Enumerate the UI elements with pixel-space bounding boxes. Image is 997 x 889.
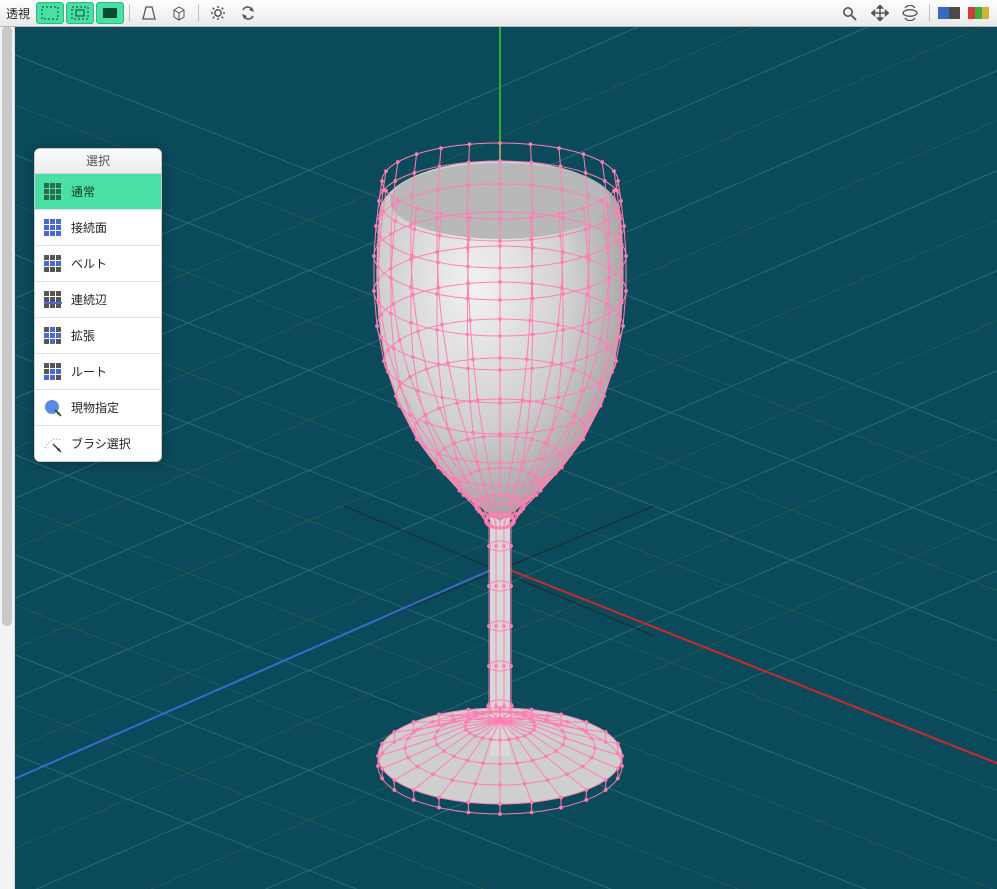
selection-item-brush-select[interactable]: ブラシ選択 bbox=[35, 426, 161, 461]
cube-view-button[interactable] bbox=[165, 2, 193, 24]
selection-item-label: 接続面 bbox=[71, 219, 107, 236]
move-arrows-icon bbox=[871, 5, 889, 21]
selection-item-connected-faces[interactable]: 接続面 bbox=[35, 210, 161, 246]
gear-icon bbox=[209, 5, 227, 21]
grid-edge-icon bbox=[43, 290, 63, 310]
select-mode-edge-button[interactable] bbox=[66, 2, 94, 24]
select-mode-face-button[interactable] bbox=[96, 2, 124, 24]
shading-mode-button[interactable] bbox=[935, 2, 963, 24]
top-toolbar: 透視 bbox=[0, 0, 997, 27]
selection-item-label: ベルト bbox=[71, 255, 107, 272]
grid-route-icon bbox=[43, 362, 63, 382]
selection-item-continuous-edge[interactable]: 連続辺 bbox=[35, 282, 161, 318]
scrollbar-thumb[interactable] bbox=[2, 26, 12, 626]
search-zoom-button[interactable] bbox=[836, 2, 864, 24]
toolbar-separator bbox=[198, 4, 199, 22]
refresh-button[interactable] bbox=[234, 2, 262, 24]
selection-item-label: 通常 bbox=[71, 183, 95, 200]
selection-item-route[interactable]: ルート bbox=[35, 354, 161, 390]
dotted-rect-icon bbox=[41, 6, 59, 20]
cube-wire-icon bbox=[170, 5, 188, 21]
shading-swatch-icon bbox=[938, 6, 960, 20]
orbit-button[interactable] bbox=[896, 2, 924, 24]
select-mode-vertex-button[interactable] bbox=[36, 2, 64, 24]
selection-item-actual-target[interactable]: 現物指定 bbox=[35, 390, 161, 426]
grid-belt-icon bbox=[43, 254, 63, 274]
selection-item-belt[interactable]: ベルト bbox=[35, 246, 161, 282]
selection-item-expand[interactable]: 拡張 bbox=[35, 318, 161, 354]
pan-button[interactable] bbox=[866, 2, 894, 24]
left-scrollbar[interactable] bbox=[0, 26, 15, 889]
selection-item-label: ルート bbox=[71, 363, 107, 380]
selection-item-normal[interactable]: 通常 bbox=[35, 174, 161, 210]
camera-frustum-icon bbox=[140, 5, 158, 21]
selection-item-label: 現物指定 bbox=[71, 399, 119, 416]
grid-normal-icon bbox=[43, 182, 63, 202]
settings-button[interactable] bbox=[204, 2, 232, 24]
toolbar-separator bbox=[929, 4, 930, 22]
rgb-swatch-icon bbox=[968, 6, 990, 20]
selection-item-label: 連続辺 bbox=[71, 291, 107, 308]
toolbar-separator bbox=[129, 4, 130, 22]
target-circle-icon bbox=[43, 398, 63, 418]
dotted-rect-filled-icon bbox=[71, 6, 89, 20]
selection-item-label: ブラシ選択 bbox=[71, 435, 131, 452]
orbit-icon bbox=[901, 5, 919, 21]
selection-item-label: 拡張 bbox=[71, 327, 95, 344]
refresh-icon bbox=[239, 5, 257, 21]
perspective-camera-button[interactable] bbox=[135, 2, 163, 24]
selection-panel-title: 選択 bbox=[35, 149, 161, 174]
selection-panel: 選択 通常 接続面 ベルト 連続辺 bbox=[34, 148, 162, 462]
projection-label[interactable]: 透視 bbox=[4, 5, 34, 22]
filled-rect-icon bbox=[101, 6, 119, 20]
search-icon bbox=[841, 5, 859, 21]
grid-connected-icon bbox=[43, 218, 63, 238]
brush-arc-icon bbox=[43, 434, 63, 454]
color-mode-button[interactable] bbox=[965, 2, 993, 24]
grid-expand-icon bbox=[43, 326, 63, 346]
